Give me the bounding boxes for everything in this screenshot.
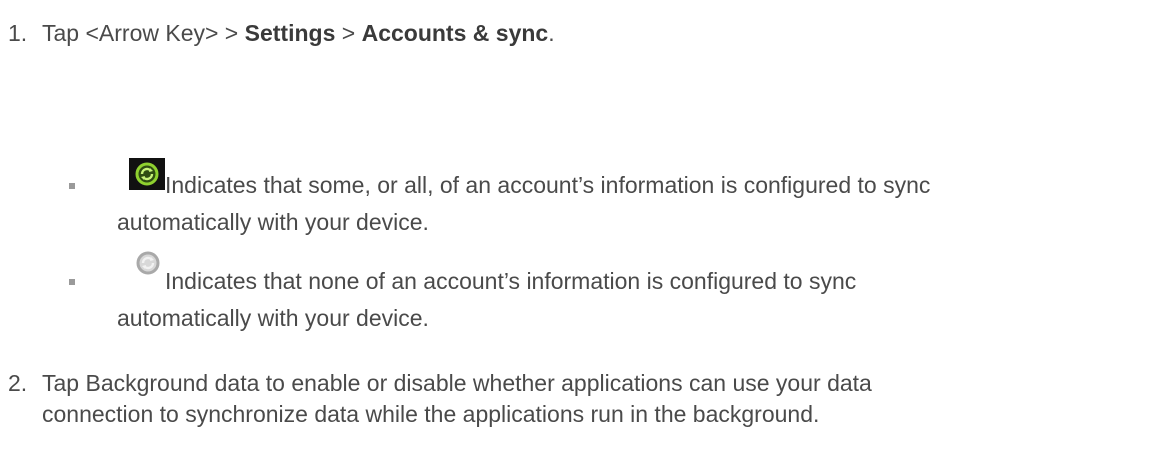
settings-label: Settings — [244, 20, 336, 46]
step-1: 1. Tap <Arrow Key> > Settings > Accounts… — [0, 16, 1166, 51]
bullet-text-line-1: Indicates that some, or all, of an accou… — [165, 172, 931, 198]
bullet-marker — [69, 183, 75, 189]
bullet-marker — [69, 279, 75, 285]
step-number: 1. — [8, 20, 28, 46]
sync-on-icon — [129, 158, 165, 190]
step-number: 2. — [8, 370, 28, 396]
bullet-text-line-2: automatically with your device. — [117, 209, 429, 235]
step-text-line-1: Tap Background data to enable or disable… — [42, 370, 872, 396]
sync-off-icon — [130, 247, 166, 279]
step-text-line-2: connection to synchronize data while the… — [42, 401, 820, 427]
accounts-sync-label: Accounts & sync — [361, 20, 549, 46]
bullet-text-line-1: Indicates that none of an account’s info… — [165, 268, 857, 294]
step-text: Tap <Arrow Key> > Settings > Accounts & … — [42, 20, 555, 46]
bullet-text-line-2: automatically with your device. — [117, 305, 429, 331]
